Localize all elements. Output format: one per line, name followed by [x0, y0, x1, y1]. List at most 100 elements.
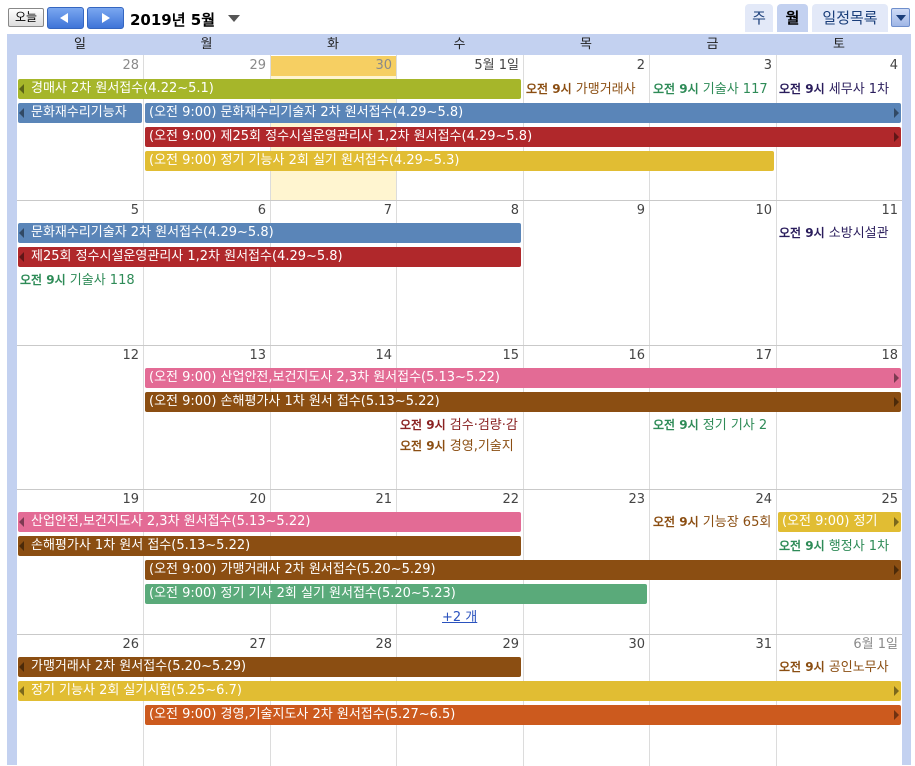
- event-time: 오전 9시: [779, 660, 825, 674]
- weekday-thu: 목: [580, 37, 592, 52]
- event-bar[interactable]: (오전 9:00) 경영,기술지도사 2차 원서접수(5.27~6.5): [145, 705, 901, 725]
- continues-left-icon: [19, 662, 24, 672]
- event-bar[interactable]: 문화재수리기술자 2차 원서접수(4.29~5.8): [18, 223, 521, 243]
- event-single[interactable]: 오전 9시 행정사 1차: [779, 537, 900, 555]
- event-bar[interactable]: (오전 9:00) 정기 기사 2회 실기 원서접수(5.20~5.23): [145, 584, 647, 604]
- day-number[interactable]: 11: [776, 202, 898, 220]
- event-title: (오전 9:00) 정기: [782, 514, 878, 529]
- event-title: (오전 9:00) 산업안전,보건지도사 2,3차 원서접수(5.13~5.22…: [149, 370, 500, 385]
- event-time: 오전 9시: [779, 82, 825, 96]
- event-bar[interactable]: 경매사 2차 원서접수(4.22~5.1): [18, 79, 521, 99]
- day-number[interactable]: 19: [17, 491, 139, 509]
- day-number[interactable]: 12: [17, 347, 139, 365]
- day-number[interactable]: 20: [143, 491, 266, 509]
- event-single[interactable]: 오전 9시 정기 기사 2: [653, 416, 774, 434]
- event-bar[interactable]: (오전 9:00) 산업안전,보건지도사 2,3차 원서접수(5.13~5.22…: [145, 368, 901, 388]
- today-button[interactable]: 오늘: [8, 8, 44, 27]
- day-number[interactable]: 5월 1일: [396, 57, 519, 75]
- day-number[interactable]: 23: [523, 491, 645, 509]
- day-number[interactable]: 2: [523, 57, 645, 75]
- tab-month[interactable]: 월: [777, 4, 808, 32]
- day-number[interactable]: 29: [396, 636, 519, 654]
- event-title: 문화재수리기능자: [31, 105, 127, 120]
- event-bar[interactable]: 산업안전,보건지도사 2,3차 원서접수(5.13~5.22): [18, 512, 521, 532]
- event-single[interactable]: 오전 9시 기능장 65회: [653, 513, 774, 531]
- day-number[interactable]: 16: [523, 347, 645, 365]
- day-number[interactable]: 28: [270, 636, 392, 654]
- event-time: 오전 9시: [653, 418, 699, 432]
- tab-week[interactable]: 주: [745, 4, 773, 32]
- event-single[interactable]: 오전 9시 검수·검량·감: [400, 416, 521, 434]
- day-number[interactable]: 24: [649, 491, 772, 509]
- event-bar[interactable]: (오전 9:00) 손해평가사 1차 원서 접수(5.13~5.22): [145, 392, 901, 412]
- day-number[interactable]: 18: [776, 347, 898, 365]
- day-number[interactable]: 30: [523, 636, 645, 654]
- event-title: (오전 9:00) 제25회 정수시설운영관리사 1,2차 원서접수(4.29~…: [149, 129, 533, 144]
- view-menu-button[interactable]: [891, 8, 910, 27]
- next-month-button[interactable]: [87, 7, 124, 29]
- event-title: 경매사 2차 원서접수(4.22~5.1): [31, 81, 214, 96]
- event-single[interactable]: 오전 9시 가맹거래사: [526, 80, 647, 98]
- event-title: 기능장 65회: [702, 515, 772, 530]
- event-bar[interactable]: 가맹거래사 2차 원서접수(5.20~5.29): [18, 657, 521, 677]
- month-grid: 28 29 30 5월 1일 2 3 4 경매사 2차 원서접수(4.22~5.…: [17, 54, 902, 766]
- event-single[interactable]: 오전 9시 세무사 1차: [779, 80, 900, 98]
- event-single[interactable]: 오전 9시 기술사 117: [653, 80, 774, 98]
- day-number[interactable]: 5: [17, 202, 139, 220]
- day-number[interactable]: 25: [776, 491, 898, 509]
- month-title: 2019년 5월: [130, 11, 216, 29]
- event-title: 문화재수리기술자 2차 원서접수(4.29~5.8): [31, 225, 274, 240]
- day-number[interactable]: 6월 1일: [776, 636, 898, 654]
- weekday-tue: 화: [327, 37, 339, 52]
- event-time: 오전 9시: [653, 515, 699, 529]
- day-number[interactable]: 6: [143, 202, 266, 220]
- day-number[interactable]: 17: [649, 347, 772, 365]
- event-title: (오전 9:00) 가맹거래사 2차 원서접수(5.20~5.29): [149, 562, 436, 577]
- day-number[interactable]: 29: [143, 57, 266, 75]
- weekday-fri: 금: [706, 37, 719, 52]
- day-number[interactable]: 15: [396, 347, 519, 365]
- day-number[interactable]: 4: [776, 57, 898, 75]
- event-bar[interactable]: (오전 9:00) 제25회 정수시설운영관리사 1,2차 원서접수(4.29~…: [145, 127, 901, 147]
- continues-right-icon: [894, 686, 899, 696]
- day-number[interactable]: 28: [17, 57, 139, 75]
- event-single[interactable]: 오전 9시 공인노무사: [779, 658, 900, 676]
- event-bar[interactable]: 제25회 정수시설운영관리사 1,2차 원서접수(4.29~5.8): [18, 247, 521, 267]
- event-title: 기술사 117: [702, 82, 768, 97]
- day-number[interactable]: 10: [649, 202, 772, 220]
- event-single[interactable]: 오전 9시 소방시설관: [779, 224, 900, 242]
- day-number[interactable]: 7: [270, 202, 392, 220]
- event-bar[interactable]: 정기 기능사 2회 실기시험(5.25~6.7): [18, 681, 901, 701]
- event-title: (오전 9:00) 문화재수리기술자 2차 원서접수(4.29~5.8): [149, 105, 464, 120]
- event-single[interactable]: 오전 9시 기술사 118: [20, 271, 141, 289]
- event-bar[interactable]: 손해평가사 1차 원서 접수(5.13~5.22): [18, 536, 521, 556]
- more-events-link[interactable]: +2 개: [442, 606, 477, 625]
- event-title: 기술사 118: [69, 273, 135, 288]
- caret-down-icon[interactable]: [228, 15, 240, 22]
- day-number[interactable]: 22: [396, 491, 519, 509]
- event-title: 소방시설관: [828, 226, 889, 241]
- day-number[interactable]: 26: [17, 636, 139, 654]
- event-bar[interactable]: (오전 9:00) 가맹거래사 2차 원서접수(5.20~5.29): [145, 560, 901, 580]
- event-bar[interactable]: (오전 9:00) 문화재수리기술자 2차 원서접수(4.29~5.8): [145, 103, 901, 123]
- day-number[interactable]: 30: [270, 57, 392, 75]
- day-number[interactable]: 31: [649, 636, 772, 654]
- day-number[interactable]: 21: [270, 491, 392, 509]
- event-bar[interactable]: 문화재수리기능자: [18, 103, 142, 123]
- event-title: (오전 9:00) 정기 기능사 2회 실기 원서접수(4.29~5.3): [149, 153, 460, 168]
- prev-month-button[interactable]: [47, 7, 84, 29]
- day-number[interactable]: 14: [270, 347, 392, 365]
- day-number[interactable]: 13: [143, 347, 266, 365]
- tab-agenda[interactable]: 일정목록: [812, 4, 888, 32]
- event-bar[interactable]: (오전 9:00) 정기: [778, 512, 901, 532]
- day-number[interactable]: 3: [649, 57, 772, 75]
- continues-left-icon: [19, 252, 24, 262]
- day-number[interactable]: 27: [143, 636, 266, 654]
- day-number[interactable]: 8: [396, 202, 519, 220]
- event-time: 오전 9시: [779, 226, 825, 240]
- event-time: 오전 9시: [779, 539, 825, 553]
- week-divider: [17, 200, 902, 201]
- event-bar[interactable]: (오전 9:00) 정기 기능사 2회 실기 원서접수(4.29~5.3): [145, 151, 774, 171]
- event-single[interactable]: 오전 9시 경영,기술지: [400, 437, 521, 455]
- day-number[interactable]: 9: [523, 202, 645, 220]
